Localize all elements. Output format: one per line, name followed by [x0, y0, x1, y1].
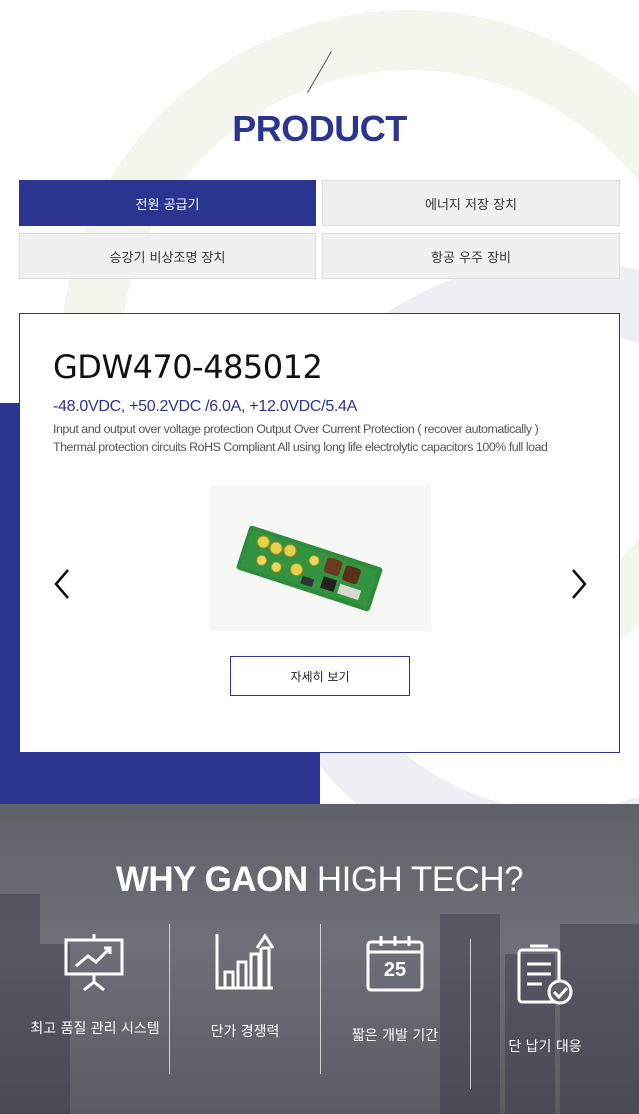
tab-label: 승강기 비상조명 장치	[109, 250, 226, 266]
tab-power-supply[interactable]: 전원 공급기	[19, 180, 316, 226]
calendar-day-number: 25	[383, 959, 407, 981]
feature-label-quality: 최고 품질 관리 시스템	[30, 1021, 160, 1037]
view-details-label: 자세히 보기	[290, 669, 350, 684]
why-title-bold: WHY GAON	[115, 860, 308, 899]
feature-divider	[169, 924, 170, 1074]
feature-label-development: 짧은 개발 기간	[351, 1028, 439, 1044]
product-description: Input and output over voltage protection…	[53, 420, 593, 456]
product-description-line: Input and output over voltage protection…	[53, 422, 539, 436]
tab-energy-storage[interactable]: 에너지 저장 장치	[322, 180, 620, 226]
feature-label-price: 단가 경쟁력	[210, 1024, 280, 1040]
product-model-name: GDW470-485012	[53, 348, 323, 386]
city-background-decoration	[0, 894, 40, 1114]
section-title: PRODUCT	[232, 108, 407, 149]
view-details-button[interactable]: 자세히 보기	[230, 656, 410, 696]
product-card: GDW470-485012 -48.0VDC, +50.2VDC /6.0A, …	[19, 313, 620, 753]
product-description-line: Thermal protection circuits RoHS Complia…	[53, 440, 548, 454]
product-spec: -48.0VDC, +50.2VDC /6.0A, +12.0VDC/5.4A	[53, 398, 358, 415]
feature-divider	[470, 939, 471, 1089]
why-title: WHY GAON HIGH TECH?	[0, 860, 639, 900]
previous-arrow-icon[interactable]	[48, 564, 78, 604]
next-arrow-icon[interactable]	[563, 564, 593, 604]
why-title-light: HIGH TECH?	[307, 860, 524, 899]
tab-label: 전원 공급기	[135, 197, 200, 213]
presentation-chart-icon	[62, 932, 126, 998]
feature-label-delivery: 단 납기 대응	[508, 1039, 582, 1055]
product-section: PRODUCT 전원 공급기 에너지 저장 장치 승강기 비상조명 장치 항공 …	[0, 0, 639, 804]
tab-label: 항공 우주 장비	[430, 250, 512, 266]
why-section: WHY GAON HIGH TECH? 최고 품질 관리 시스템 단가 경쟁력	[0, 804, 639, 1114]
feature-divider	[320, 924, 321, 1074]
tab-elevator-emergency-lighting[interactable]: 승강기 비상조명 장치	[19, 233, 316, 279]
product-image	[210, 485, 431, 631]
checklist-icon	[516, 944, 576, 1012]
bar-chart-icon	[213, 932, 275, 996]
tab-label: 에너지 저장 장치	[425, 197, 517, 213]
tab-aerospace-equipment[interactable]: 항공 우주 장비	[322, 233, 620, 279]
